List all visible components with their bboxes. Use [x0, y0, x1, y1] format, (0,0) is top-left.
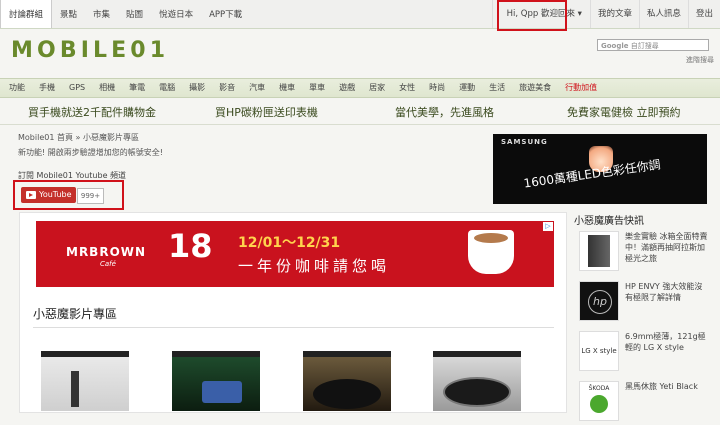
fridge-shape [588, 235, 610, 267]
sidebar-ad-text: HP ENVY 強大效能沒有極限了解詳情 [625, 282, 703, 302]
promo-link[interactable]: 買手機就送2千配件購物金 [28, 104, 156, 120]
promo-link[interactable]: 買HP碳粉匣送印表機 [215, 104, 318, 120]
nav-item[interactable]: 影音 [210, 79, 235, 97]
banner-brand: MRBROWN [66, 245, 147, 259]
nav-item[interactable]: 單車 [300, 79, 325, 97]
video-thumbnail-image [172, 357, 260, 411]
sidebar-ad-item[interactable]: ŠKODA 黑馬休旅 Yeti Black [579, 381, 709, 425]
hp-logo-icon: hp [588, 290, 612, 314]
lg-phone-image: LG X style [579, 331, 619, 371]
nav-item[interactable]: 旅遊美食 [510, 79, 551, 97]
nav-item[interactable]: 女性 [390, 79, 415, 97]
nav-item[interactable]: GPS [60, 79, 85, 97]
security-notice[interactable]: 新功能! 開啟兩步驗證增加您的帳號安全! [18, 147, 163, 158]
hp-logo-image: hp [579, 281, 619, 321]
tab-market[interactable]: 市集 [85, 0, 118, 28]
nav-item[interactable]: 居家 [360, 79, 385, 97]
nav-item[interactable]: 機車 [270, 79, 295, 97]
mobile01-logo[interactable]: MOBILE01 [11, 38, 171, 62]
skoda-emblem-icon [590, 395, 608, 413]
nav-item[interactable]: 電腦 [150, 79, 175, 97]
device-image [443, 377, 511, 407]
adchoices-icon[interactable]: ▷ [543, 222, 553, 231]
sidebar-ad-item[interactable]: LG X style 6.9mm極薄，121g極輕的 LG X style [579, 331, 709, 375]
video-thumbnail[interactable] [303, 351, 391, 411]
tab-app[interactable]: APP下載 [201, 0, 250, 28]
nav-item[interactable]: 生活 [480, 79, 505, 97]
my-articles-link[interactable]: 我的文章 [589, 0, 639, 28]
sidebar-ad-item[interactable]: hp HP ENVY 強大效能沒有極限了解詳情 [579, 281, 709, 325]
nav-item[interactable]: 攝影 [180, 79, 205, 97]
device-image [202, 381, 242, 403]
logo-text: MOBILE01 [11, 38, 166, 62]
promo-link[interactable]: 當代美學，先進風格 [395, 104, 494, 120]
google-label: Google [601, 42, 629, 50]
breadcrumb[interactable]: Mobile01 首頁 » 小惡魔影片專區 [18, 132, 139, 143]
nav-item-hot[interactable]: 行動加值 [556, 79, 597, 97]
advanced-search-link[interactable]: 進階搜尋 [686, 55, 714, 65]
video-thumbnail[interactable] [41, 351, 129, 411]
fridge-image [579, 231, 619, 271]
skoda-logo: ŠKODA [588, 385, 610, 392]
tab-japan[interactable]: 悅遊日本 [151, 0, 201, 28]
sidebar-ad-text: 樂金實驗 冰箱全面特賣中！滿額再抽阿拉斯加極光之旅 [625, 232, 708, 263]
chevron-down-icon: ▾ [577, 9, 582, 19]
tab-forum[interactable]: 討論群組 [0, 0, 53, 28]
search-input[interactable]: Google 自訂搜尋 [597, 39, 709, 51]
nav-item[interactable]: 時尚 [420, 79, 445, 97]
sidebar-ad-item[interactable]: 樂金實驗 冰箱全面特賣中！滿額再抽阿拉斯加極光之旅 [579, 231, 709, 275]
top-tabs: 討論群組 景點 市集 貼圖 悅遊日本 APP下載 [0, 0, 250, 28]
device-image [313, 379, 381, 409]
private-message-link[interactable]: 私人訊息 [638, 0, 688, 28]
lg-logo: LG X style [581, 347, 617, 355]
nav-item[interactable]: 手機 [30, 79, 55, 97]
figure-image [71, 371, 79, 407]
highlight-youtube [13, 180, 124, 210]
banner-slogan: 一年份咖啡請您喝 [238, 257, 391, 275]
video-thumbnail-image [41, 357, 129, 411]
highlight-greeting [497, 0, 567, 31]
category-nav: 功能 手機 GPS 相機 筆電 電腦 攝影 影音 汽車 機車 單車 遊戲 居家 … [0, 78, 720, 98]
samsung-brand: SAMSUNG [501, 138, 548, 146]
coffee-cup-image [468, 230, 514, 274]
video-thumbnail-image [433, 357, 521, 411]
top-bar: 討論群組 景點 市集 貼圖 悅遊日本 APP下載 Hi, Qpp 歡迎回來 ▾ … [0, 0, 720, 29]
samsung-ad[interactable]: SAMSUNG 1600萬種LED色彩任你調 [493, 134, 707, 204]
section-divider [33, 327, 554, 328]
nav-item[interactable]: 運動 [450, 79, 475, 97]
banner-18: 18 [168, 227, 213, 265]
banner-sub: Café [100, 260, 116, 268]
search-placeholder: 自訂搜尋 [630, 42, 659, 50]
sidebar-title: 小惡魔廣告快訊 [574, 216, 644, 227]
tab-spots[interactable]: 景點 [52, 0, 85, 28]
section-title: 小惡魔影片專區 [33, 307, 118, 321]
promo-bar: 買手機就送2千配件購物金 買HP碳粉匣送印表機 當代美學，先進風格 免費家電健檢… [0, 104, 720, 122]
nav-item[interactable]: 功能 [0, 79, 25, 97]
video-thumbnail[interactable] [172, 351, 260, 411]
nav-item[interactable]: 汽車 [240, 79, 265, 97]
skoda-logo-image: ŠKODA [579, 381, 619, 421]
divider [0, 124, 720, 125]
sidebar-ad-text: 6.9mm極薄，121g極輕的 LG X style [625, 332, 706, 352]
video-thumbnail-image [303, 357, 391, 411]
nav-item[interactable]: 筆電 [120, 79, 145, 97]
nav-item[interactable]: 相機 [90, 79, 115, 97]
tab-photos[interactable]: 貼圖 [118, 0, 151, 28]
banner-date: 12/01～12/31 [238, 235, 341, 251]
nav-item[interactable]: 遊戲 [330, 79, 355, 97]
logout-link[interactable]: 登出 [687, 0, 720, 28]
mrbrown-banner-ad[interactable]: MRBROWN Café 18 12/01～12/31 一年份咖啡請您喝 ▷ [36, 221, 554, 287]
promo-link[interactable]: 免費家電健檢 立即預約 [567, 104, 681, 120]
sidebar-ad-text: 黑馬休旅 Yeti Black [625, 382, 698, 391]
video-thumbnail[interactable] [433, 351, 521, 411]
